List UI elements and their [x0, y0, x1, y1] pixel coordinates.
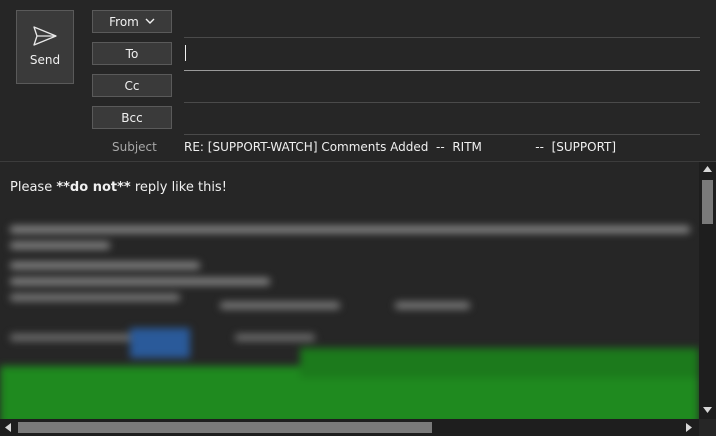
- compose-header: Send From To Cc Bcc Subject RE: [SUPPORT…: [0, 0, 716, 162]
- body-suffix: reply like this!: [130, 180, 227, 195]
- blurred-content: [0, 216, 699, 419]
- to-field[interactable]: [184, 70, 700, 71]
- scroll-up-icon[interactable]: [703, 166, 712, 172]
- bcc-button[interactable]: Bcc: [92, 106, 172, 129]
- to-caret: [185, 45, 186, 61]
- chevron-down-icon: [145, 18, 155, 24]
- cc-field[interactable]: [184, 102, 700, 103]
- to-button[interactable]: To: [92, 42, 172, 65]
- scroll-down-icon[interactable]: [703, 407, 712, 413]
- body-bold: **do not**: [56, 180, 131, 195]
- subject-label: Subject: [112, 140, 157, 154]
- from-button[interactable]: From: [92, 10, 172, 33]
- body-text: Please **do not** reply like this!: [10, 180, 227, 195]
- from-label: From: [109, 14, 139, 29]
- bcc-label: Bcc: [121, 110, 143, 125]
- vertical-scrollbar[interactable]: [699, 162, 716, 419]
- cc-button[interactable]: Cc: [92, 74, 172, 97]
- bcc-field[interactable]: [184, 134, 700, 135]
- send-button[interactable]: Send: [16, 10, 74, 84]
- to-label: To: [125, 46, 139, 61]
- body-prefix: Please: [10, 180, 57, 195]
- from-field-line: [184, 37, 700, 38]
- scrollbar-corner: [699, 419, 716, 436]
- vertical-scroll-thumb[interactable]: [702, 180, 713, 224]
- horizontal-scroll-thumb[interactable]: [18, 422, 432, 433]
- blurred-quoted-content: [0, 216, 699, 419]
- paper-plane-icon: [33, 26, 57, 46]
- cc-label: Cc: [124, 78, 140, 93]
- message-body[interactable]: Please **do not** reply like this!: [0, 162, 699, 419]
- scroll-right-icon[interactable]: [686, 423, 692, 432]
- subject-input[interactable]: RE: [SUPPORT-WATCH] Comments Added -- RI…: [184, 140, 616, 154]
- horizontal-scrollbar[interactable]: [0, 419, 699, 436]
- send-label: Send: [29, 53, 61, 67]
- scroll-left-icon[interactable]: [5, 423, 11, 432]
